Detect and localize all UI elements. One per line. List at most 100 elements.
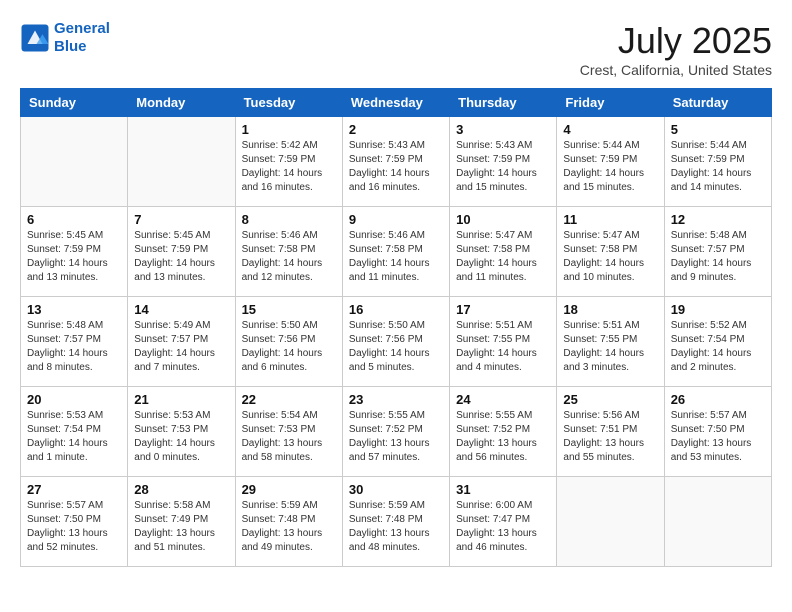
calendar-cell: 16Sunrise: 5:50 AM Sunset: 7:56 PM Dayli… <box>342 297 449 387</box>
day-number: 4 <box>563 122 657 137</box>
calendar-cell: 13 Sunrise: 5:48 AM Sunset: 7:57 PM Dayli… <box>21 297 128 387</box>
calendar-cell: 4 Sunrise: 5:44 AM Sunset: 7:59 PM Daylig… <box>557 117 664 207</box>
day-info: Sunrise: 5:47 AM Sunset: 7:58 PM Dayligh… <box>456 229 550 285</box>
calendar-cell: 1 Sunrise: 5:42 AM Sunset: 7:59 PM Daylig… <box>235 117 342 207</box>
day-number: 28 <box>134 482 228 497</box>
day-info: Sunrise: 5:48 AM Sunset: 7:57 PM Dayligh… <box>671 229 765 285</box>
day-info: Sunrise: 5:48 AM Sunset: 7:57 PM Dayligh… <box>27 319 121 375</box>
day-info: Sunrise: 5:57 AM Sunset: 7:50 PM Dayligh… <box>671 409 765 465</box>
day-number: 3 <box>456 122 550 137</box>
day-number: 18 <box>563 302 657 317</box>
calendar-cell: 22Sunrise: 5:54 AM Sunset: 7:53 PM Dayli… <box>235 387 342 477</box>
day-info: Sunrise: 5:56 AM Sunset: 7:51 PM Dayligh… <box>563 409 657 465</box>
day-info: Sunrise: 5:44 AM Sunset: 7:59 PM Dayligh… <box>563 139 657 195</box>
day-info: Sunrise: 5:42 AM Sunset: 7:59 PM Dayligh… <box>242 139 336 195</box>
day-info: Sunrise: 5:43 AM Sunset: 7:59 PM Dayligh… <box>456 139 550 195</box>
logo-text-line2: Blue <box>54 38 110 56</box>
location-text: Crest, California, United States <box>580 62 772 78</box>
day-number: 24 <box>456 392 550 407</box>
calendar-cell: 10 Sunrise: 5:47 AM Sunset: 7:58 PM Dayli… <box>450 207 557 297</box>
day-info: Sunrise: 5:44 AM Sunset: 7:59 PM Dayligh… <box>671 139 765 195</box>
calendar-cell: 9Sunrise: 5:46 AM Sunset: 7:58 PM Daylig… <box>342 207 449 297</box>
calendar-cell: 6 Sunrise: 5:45 AM Sunset: 7:59 PM Daylig… <box>21 207 128 297</box>
day-info: Sunrise: 5:45 AM Sunset: 7:59 PM Dayligh… <box>134 229 228 285</box>
day-number: 12 <box>671 212 765 227</box>
day-number: 9 <box>349 212 443 227</box>
day-info: Sunrise: 5:58 AM Sunset: 7:49 PM Dayligh… <box>134 499 228 555</box>
calendar-cell: 27Sunrise: 5:57 AM Sunset: 7:50 PM Dayli… <box>21 477 128 567</box>
calendar-table: SundayMondayTuesdayWednesdayThursdayFrid… <box>20 88 772 567</box>
calendar-week-4: 20Sunrise: 5:53 AM Sunset: 7:54 PM Dayli… <box>21 387 772 477</box>
day-number: 10 <box>456 212 550 227</box>
calendar-cell: 7 Sunrise: 5:45 AM Sunset: 7:59 PM Daylig… <box>128 207 235 297</box>
calendar-cell: 25 Sunrise: 5:56 AM Sunset: 7:51 PM Dayli… <box>557 387 664 477</box>
day-info: Sunrise: 6:00 AM Sunset: 7:47 PM Dayligh… <box>456 499 550 555</box>
day-info: Sunrise: 5:50 AM Sunset: 7:56 PM Dayligh… <box>242 319 336 375</box>
weekday-header-thursday: Thursday <box>450 89 557 117</box>
calendar-cell: 21 Sunrise: 5:53 AM Sunset: 7:53 PM Dayli… <box>128 387 235 477</box>
calendar-cell: 24 Sunrise: 5:55 AM Sunset: 7:52 PM Dayli… <box>450 387 557 477</box>
day-info: Sunrise: 5:53 AM Sunset: 7:53 PM Dayligh… <box>134 409 228 465</box>
day-number: 20 <box>27 392 121 407</box>
day-number: 11 <box>563 212 657 227</box>
day-info: Sunrise: 5:52 AM Sunset: 7:54 PM Dayligh… <box>671 319 765 375</box>
calendar-cell: 19 Sunrise: 5:52 AM Sunset: 7:54 PM Dayli… <box>664 297 771 387</box>
day-number: 29 <box>242 482 336 497</box>
calendar-week-1: 1 Sunrise: 5:42 AM Sunset: 7:59 PM Daylig… <box>21 117 772 207</box>
day-number: 7 <box>134 212 228 227</box>
calendar-week-3: 13 Sunrise: 5:48 AM Sunset: 7:57 PM Dayli… <box>21 297 772 387</box>
calendar-cell: 31 Sunrise: 6:00 AM Sunset: 7:47 PM Dayli… <box>450 477 557 567</box>
weekday-header-wednesday: Wednesday <box>342 89 449 117</box>
day-info: Sunrise: 5:45 AM Sunset: 7:59 PM Dayligh… <box>27 229 121 285</box>
day-info: Sunrise: 5:47 AM Sunset: 7:58 PM Dayligh… <box>563 229 657 285</box>
calendar-cell <box>557 477 664 567</box>
day-info: Sunrise: 5:57 AM Sunset: 7:50 PM Dayligh… <box>27 499 121 555</box>
day-info: Sunrise: 5:59 AM Sunset: 7:48 PM Dayligh… <box>349 499 443 555</box>
day-info: Sunrise: 5:51 AM Sunset: 7:55 PM Dayligh… <box>563 319 657 375</box>
day-number: 13 <box>27 302 121 317</box>
page-header: General Blue July 2025 Crest, California… <box>20 20 772 78</box>
calendar-cell: 20Sunrise: 5:53 AM Sunset: 7:54 PM Dayli… <box>21 387 128 477</box>
weekday-header-saturday: Saturday <box>664 89 771 117</box>
calendar-cell: 30Sunrise: 5:59 AM Sunset: 7:48 PM Dayli… <box>342 477 449 567</box>
logo-icon <box>20 23 50 53</box>
day-number: 25 <box>563 392 657 407</box>
day-info: Sunrise: 5:54 AM Sunset: 7:53 PM Dayligh… <box>242 409 336 465</box>
day-number: 8 <box>242 212 336 227</box>
weekday-header-tuesday: Tuesday <box>235 89 342 117</box>
calendar-cell: 18 Sunrise: 5:51 AM Sunset: 7:55 PM Dayli… <box>557 297 664 387</box>
calendar-week-5: 27Sunrise: 5:57 AM Sunset: 7:50 PM Dayli… <box>21 477 772 567</box>
calendar-cell: 15 Sunrise: 5:50 AM Sunset: 7:56 PM Dayli… <box>235 297 342 387</box>
calendar-cell: 29 Sunrise: 5:59 AM Sunset: 7:48 PM Dayli… <box>235 477 342 567</box>
day-number: 26 <box>671 392 765 407</box>
day-info: Sunrise: 5:49 AM Sunset: 7:57 PM Dayligh… <box>134 319 228 375</box>
day-info: Sunrise: 5:55 AM Sunset: 7:52 PM Dayligh… <box>456 409 550 465</box>
calendar-cell: 3 Sunrise: 5:43 AM Sunset: 7:59 PM Daylig… <box>450 117 557 207</box>
calendar-cell: 26 Sunrise: 5:57 AM Sunset: 7:50 PM Dayli… <box>664 387 771 477</box>
calendar-cell: 8Sunrise: 5:46 AM Sunset: 7:58 PM Daylig… <box>235 207 342 297</box>
day-info: Sunrise: 5:51 AM Sunset: 7:55 PM Dayligh… <box>456 319 550 375</box>
calendar-cell: 11 Sunrise: 5:47 AM Sunset: 7:58 PM Dayli… <box>557 207 664 297</box>
day-number: 5 <box>671 122 765 137</box>
day-info: Sunrise: 5:55 AM Sunset: 7:52 PM Dayligh… <box>349 409 443 465</box>
day-number: 1 <box>242 122 336 137</box>
calendar-week-2: 6 Sunrise: 5:45 AM Sunset: 7:59 PM Daylig… <box>21 207 772 297</box>
day-number: 6 <box>27 212 121 227</box>
day-number: 31 <box>456 482 550 497</box>
calendar-cell: 12 Sunrise: 5:48 AM Sunset: 7:57 PM Dayli… <box>664 207 771 297</box>
calendar-cell: 5 Sunrise: 5:44 AM Sunset: 7:59 PM Daylig… <box>664 117 771 207</box>
calendar-cell <box>21 117 128 207</box>
calendar-cell <box>664 477 771 567</box>
day-info: Sunrise: 5:59 AM Sunset: 7:48 PM Dayligh… <box>242 499 336 555</box>
logo: General Blue <box>20 20 110 56</box>
day-number: 2 <box>349 122 443 137</box>
day-number: 23 <box>349 392 443 407</box>
month-title: July 2025 <box>580 20 772 62</box>
day-number: 21 <box>134 392 228 407</box>
weekday-header-monday: Monday <box>128 89 235 117</box>
day-info: Sunrise: 5:50 AM Sunset: 7:56 PM Dayligh… <box>349 319 443 375</box>
calendar-cell: 14Sunrise: 5:49 AM Sunset: 7:57 PM Dayli… <box>128 297 235 387</box>
day-number: 15 <box>242 302 336 317</box>
calendar-cell <box>128 117 235 207</box>
day-number: 19 <box>671 302 765 317</box>
